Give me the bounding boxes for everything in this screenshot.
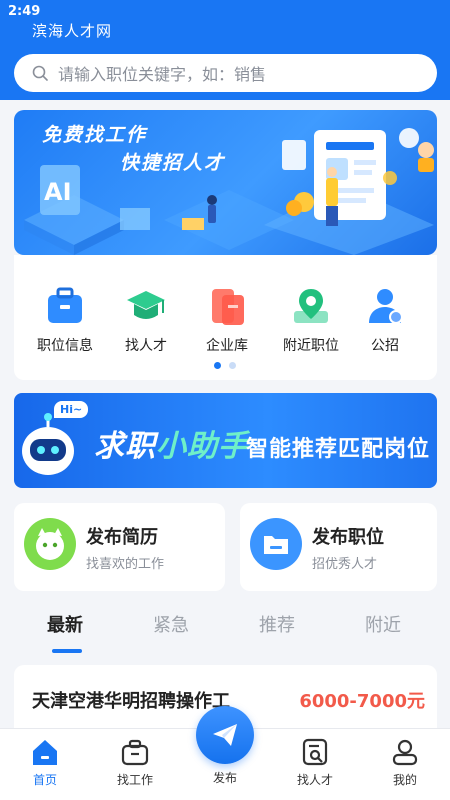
category-label: 公招 [371, 338, 399, 354]
profile-icon [392, 739, 418, 766]
status-time: 2:49 [8, 4, 41, 19]
map-pin-icon [294, 289, 328, 323]
category-public-recruitment[interactable]: 公招 [350, 285, 420, 355]
category-menu: 职位信息 找人才 企业库 附近职位 公招 [14, 255, 437, 380]
category-nearby-jobs[interactable]: 附近职位 [276, 285, 346, 355]
app-header: 2:49 滨海人才网 请输入职位关键字，如：销售 [0, 0, 450, 100]
company-folder-icon [212, 289, 244, 325]
publish-button[interactable] [196, 706, 254, 764]
nav-label: 找人才 [296, 773, 333, 787]
nav-label: 首页 [32, 773, 57, 787]
category-job-info[interactable]: 职位信息 [30, 285, 100, 355]
nav-label: 找工作 [116, 773, 153, 787]
nav-label: 我的 [392, 773, 417, 787]
category-label: 附近职位 [283, 338, 339, 354]
search-input[interactable]: 请输入职位关键字，如：销售 [14, 54, 437, 92]
assistant-title: 求职小助手 [94, 429, 249, 464]
publish-job-title: 发布职位 [312, 527, 384, 548]
carousel-dot-active[interactable] [214, 362, 221, 369]
category-label: 找人才 [125, 338, 167, 354]
category-company-library[interactable]: 企业库 [192, 285, 262, 355]
job-title: 天津空港华明招聘操作工 [32, 691, 230, 712]
resume-icon [24, 518, 76, 570]
category-label: 企业库 [206, 338, 248, 354]
person-badge-icon [369, 289, 403, 324]
graduation-cap-icon [127, 291, 165, 319]
category-label: 职位信息 [37, 338, 93, 354]
publish-job-card[interactable]: 发布职位 招优秀人才 [240, 503, 437, 591]
search-placeholder: 请输入职位关键字，如：销售 [58, 65, 267, 84]
publish-job-subtitle: 招优秀人才 [312, 557, 378, 572]
active-tab-indicator [52, 649, 82, 653]
banner-illustration: AI [24, 128, 434, 255]
app-title: 滨海人才网 [32, 22, 113, 40]
job-salary: 6000-7000元 [299, 691, 425, 712]
promo-banner[interactable]: 免费找工作 快捷招人才 AI [14, 110, 437, 255]
carousel-dot[interactable] [229, 362, 236, 369]
search-person-icon [302, 738, 328, 766]
briefcase-icon [121, 739, 149, 766]
home-icon [33, 740, 57, 765]
nav-publish-label: 发布 [212, 771, 237, 785]
tab-recommended[interactable]: 推荐 [259, 611, 295, 637]
publish-resume-title: 发布简历 [86, 527, 158, 548]
assistant-subtitle: 智能推荐匹配岗位 [246, 437, 431, 462]
search-icon [32, 65, 48, 81]
job-filter-tabs: 最新 紧急 推荐 附近 [14, 605, 437, 655]
job-assistant-banner[interactable]: Hi~ 求职小助手 智能推荐匹配岗位 [14, 393, 437, 488]
nav-home[interactable]: 首页 [15, 737, 75, 788]
category-find-talent[interactable]: 找人才 [111, 285, 181, 355]
nav-find-talent[interactable]: 找人才 [285, 737, 345, 788]
briefcase-icon [48, 287, 82, 323]
svg-text:AI: AI [44, 178, 72, 206]
publish-resume-card[interactable]: 发布简历 找喜欢的工作 [14, 503, 225, 591]
publish-resume-subtitle: 找喜欢的工作 [86, 557, 165, 572]
nav-find-job[interactable]: 找工作 [105, 737, 165, 788]
send-icon [213, 724, 237, 746]
nav-profile[interactable]: 我的 [375, 737, 435, 788]
tab-latest[interactable]: 最新 [47, 611, 83, 637]
tab-nearby[interactable]: 附近 [365, 611, 401, 637]
carousel-dots [214, 362, 236, 369]
tab-urgent[interactable]: 紧急 [153, 611, 189, 637]
folder-icon [250, 518, 302, 570]
assistant-greeting: Hi~ [54, 401, 89, 418]
